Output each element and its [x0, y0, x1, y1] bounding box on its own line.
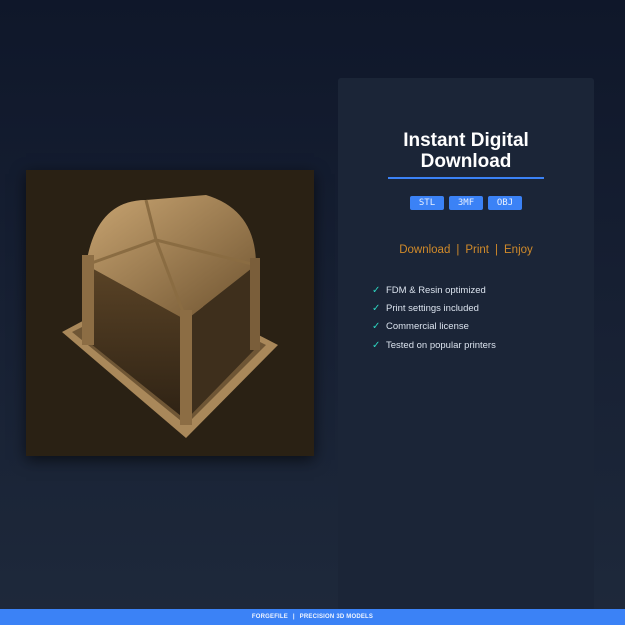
format-badge-stl: STL: [410, 196, 444, 210]
format-badge-3mf: 3MF: [449, 196, 483, 210]
format-badges: STL 3MF OBJ: [338, 196, 594, 210]
title-divider: [388, 177, 544, 179]
separator: |: [456, 244, 460, 256]
tagline: Download | Print | Enjoy: [338, 244, 594, 256]
check-icon: ✓: [372, 321, 381, 333]
check-icon: ✓: [372, 284, 381, 296]
info-panel: Instant Digital Download STL 3MF OBJ Dow…: [338, 78, 594, 610]
feature-item: ✓ Tested on popular printers: [372, 336, 496, 354]
tagline-enjoy: Enjoy: [504, 244, 533, 256]
product-image: [26, 170, 314, 456]
footer-separator: |: [292, 614, 295, 620]
feature-label: Commercial license: [386, 321, 469, 333]
check-icon: ✓: [372, 339, 381, 351]
check-icon: ✓: [372, 302, 381, 314]
format-badge-obj: OBJ: [488, 196, 522, 210]
shrine-model-render: [62, 195, 278, 438]
feature-label: Tested on popular printers: [386, 339, 496, 351]
feature-item: ✓ Commercial license: [372, 318, 496, 336]
feature-list: ✓ FDM & Resin optimized ✓ Print settings i…: [372, 281, 496, 354]
footer-brand: FORGEFILE: [251, 614, 288, 620]
title-line-2: Download: [420, 151, 512, 172]
feature-item: ✓ FDM & Resin optimized: [372, 281, 496, 299]
feature-item: ✓ Print settings included: [372, 299, 496, 317]
footer-text: PRECISION 3D MODELS: [299, 614, 374, 620]
feature-label: Print settings included: [386, 302, 479, 314]
separator: |: [495, 244, 499, 256]
tagline-download: Download: [399, 244, 451, 256]
feature-label: FDM & Resin optimized: [386, 284, 486, 296]
panel-title: Instant Digital Download: [338, 130, 594, 172]
footer-bar: FORGEFILE | PRECISION 3D MODELS: [0, 609, 625, 625]
title-line-1: Instant Digital: [403, 130, 529, 151]
tagline-print: Print: [465, 244, 490, 256]
